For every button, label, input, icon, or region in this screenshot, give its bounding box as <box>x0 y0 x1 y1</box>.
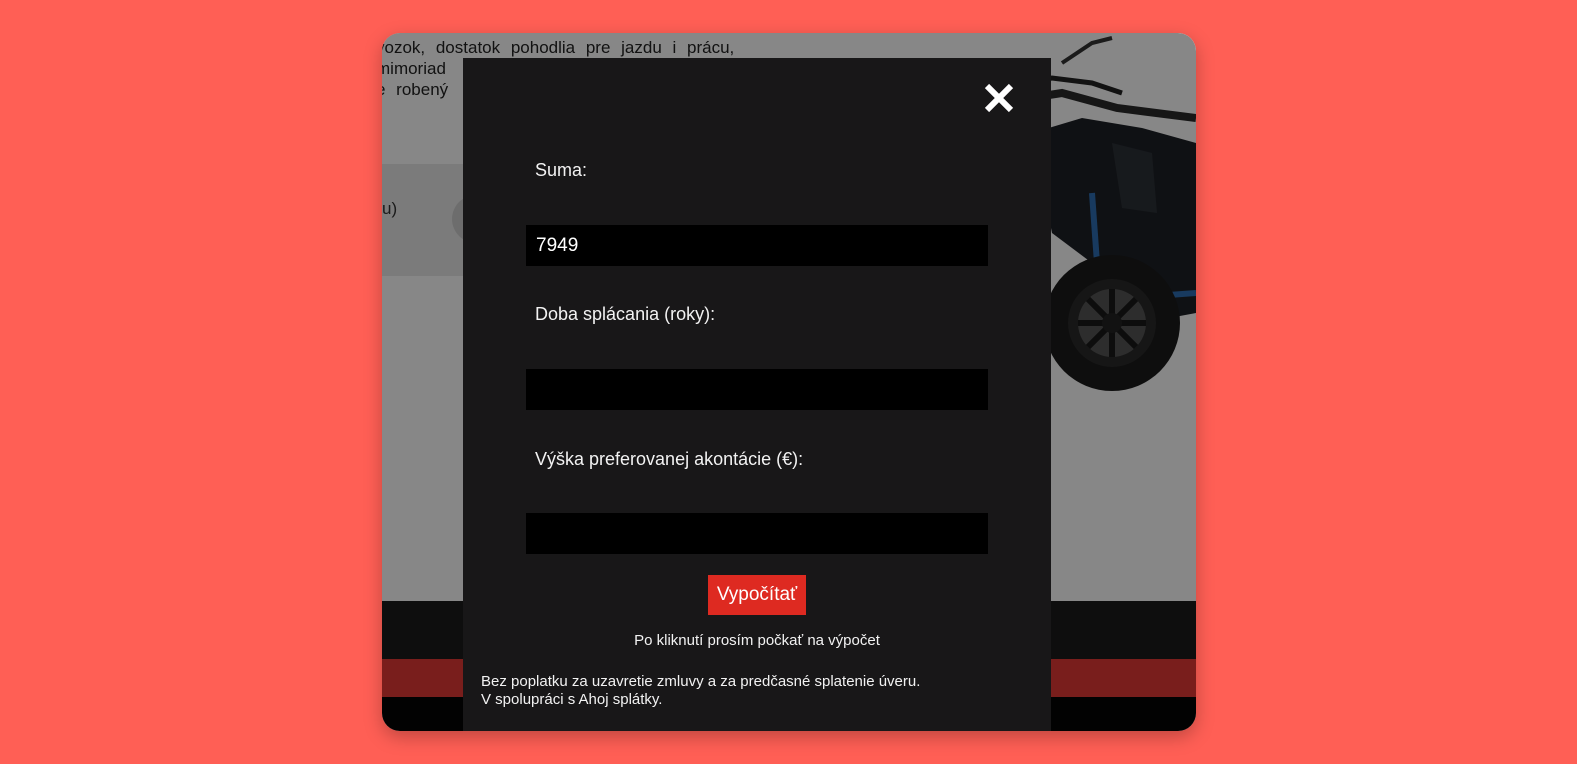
footnote: Bez poplatku za uzavretie zmluvy a za pr… <box>481 673 920 709</box>
footnote-line: V spolupráci s Ahoj splátky. <box>481 691 663 708</box>
calculate-button[interactable]: Vypočítať <box>708 575 806 615</box>
footnote-line: Bez poplatku za uzavretie zmluvy a za pr… <box>481 673 921 690</box>
down-payment-input[interactable] <box>526 513 988 554</box>
browser-frame: vozok, dostatok pohodlia pre jazdu i prá… <box>382 33 1196 731</box>
close-button[interactable] <box>981 80 1017 116</box>
repayment-period-label: Doba splácania (roky): <box>535 304 716 324</box>
amount-label: Suma: <box>535 160 588 180</box>
close-icon <box>984 83 1014 113</box>
amount-input[interactable] <box>526 225 988 266</box>
down-payment-label: Výška preferovanej akontácie (€): <box>535 449 804 469</box>
repayment-period-input[interactable] <box>526 369 988 410</box>
installment-calculator-modal: Suma: Doba splácania (roky): Výška prefe… <box>463 58 1051 731</box>
wait-note: Po kliknutí prosím počkať na výpočet <box>634 632 880 649</box>
